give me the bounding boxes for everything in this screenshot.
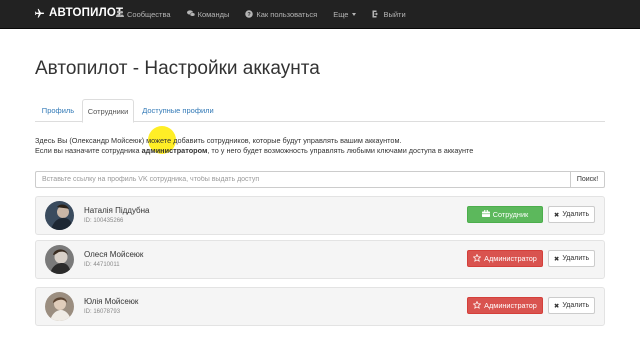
exit-icon bbox=[372, 10, 380, 20]
tab-profile[interactable]: Профиль bbox=[35, 99, 81, 122]
employee-id: ID: 16078793 bbox=[84, 309, 121, 315]
nav-item-more-dropdown[interactable]: Еще bbox=[333, 10, 357, 19]
star-icon bbox=[472, 253, 482, 264]
delete-button[interactable]: ✖ Удалить bbox=[548, 250, 595, 267]
description-line-2: Если вы назначите сотрудника администрат… bbox=[35, 146, 473, 156]
role-label: Администратор bbox=[484, 301, 537, 310]
avatar bbox=[45, 201, 74, 230]
settings-tabs: Профиль Сотрудники Доступные профили bbox=[35, 99, 605, 123]
caret-down-icon bbox=[352, 13, 357, 16]
description-text: Если вы назначите сотрудника bbox=[35, 146, 142, 155]
users-icon bbox=[116, 10, 124, 19]
role-toggle-button[interactable]: Администратор bbox=[467, 250, 543, 267]
employee-name: Юлія Мойсеюк bbox=[84, 297, 139, 306]
question-icon: ? bbox=[245, 9, 254, 20]
employee-id: ID: 100435266 bbox=[84, 218, 124, 224]
close-icon: ✖ bbox=[553, 255, 560, 263]
search-button[interactable]: Поиск! bbox=[571, 171, 605, 188]
close-icon: ✖ bbox=[553, 302, 560, 310]
nav-item-communities[interactable]: Сообщества bbox=[116, 10, 171, 19]
nav-item-commands[interactable]: Команды bbox=[186, 10, 230, 19]
top-navbar: АВТОПИЛОТ Сообщества Команды ? Как польз… bbox=[0, 0, 640, 29]
description-bold: администратором bbox=[141, 146, 208, 155]
delete-label: Удалить bbox=[562, 302, 590, 309]
employee-row: Олеся Мойсеюк ID: 44710011 Администратор… bbox=[35, 240, 605, 279]
delete-button[interactable]: ✖ Удалить bbox=[548, 206, 595, 223]
role-label: Сотрудник bbox=[492, 210, 529, 219]
delete-label: Удалить bbox=[562, 255, 590, 262]
role-toggle-button[interactable]: Администратор bbox=[467, 297, 543, 314]
description-line-1: Здесь Вы (Олександр Мойсеюк) можете доба… bbox=[35, 136, 402, 145]
nav-item-label: Сообщества bbox=[127, 10, 171, 19]
nav-item-label: Команды bbox=[197, 10, 230, 19]
nav-item-logout[interactable]: Выйти bbox=[372, 10, 406, 20]
role-label: Администратор bbox=[484, 254, 537, 263]
delete-button[interactable]: ✖ Удалить bbox=[548, 297, 595, 314]
employee-row: Юлія Мойсеюк ID: 16078793 Администратор … bbox=[35, 287, 605, 326]
employee-name: Наталія Піддубна bbox=[84, 206, 150, 215]
brand-name: АВТОПИЛОТ bbox=[49, 7, 124, 19]
employee-row: Наталія Піддубна ID: 100435266 Сотрудник… bbox=[35, 196, 605, 235]
chat-icon bbox=[186, 10, 195, 19]
nav-item-label: Как пользоваться bbox=[256, 10, 318, 19]
add-employee-form: Поиск! bbox=[35, 171, 605, 188]
nav-item-how-to-use[interactable]: ? Как пользоваться bbox=[245, 9, 318, 20]
tab-available-profiles[interactable]: Доступные профили bbox=[136, 99, 220, 122]
brand-link[interactable]: АВТОПИЛОТ bbox=[34, 7, 123, 19]
role-toggle-button[interactable]: Сотрудник bbox=[467, 206, 543, 223]
airplane-icon bbox=[34, 8, 45, 18]
employee-name: Олеся Мойсеюк bbox=[84, 250, 144, 259]
star-icon bbox=[472, 300, 482, 311]
close-icon: ✖ bbox=[553, 211, 560, 219]
delete-label: Удалить bbox=[562, 211, 590, 218]
tab-label: Доступные профили bbox=[142, 106, 214, 115]
vk-profile-link-input[interactable] bbox=[35, 171, 571, 188]
tab-employees[interactable]: Сотрудники bbox=[82, 99, 134, 123]
tab-label: Сотрудники bbox=[87, 106, 129, 116]
avatar bbox=[45, 245, 74, 274]
nav-item-label: Выйти bbox=[383, 10, 406, 19]
tab-label: Профиль bbox=[41, 106, 75, 115]
nav-item-label: Еще bbox=[333, 10, 349, 19]
page-title: Автопилот - Настройки аккаунта bbox=[35, 58, 320, 79]
briefcase-icon bbox=[481, 209, 490, 219]
employees-description: Здесь Вы (Олександр Мойсеюк) можете доба… bbox=[35, 136, 473, 156]
employee-id: ID: 44710011 bbox=[84, 262, 120, 268]
description-text: , то у него будет возможность управлять … bbox=[207, 146, 474, 155]
avatar bbox=[45, 292, 74, 321]
